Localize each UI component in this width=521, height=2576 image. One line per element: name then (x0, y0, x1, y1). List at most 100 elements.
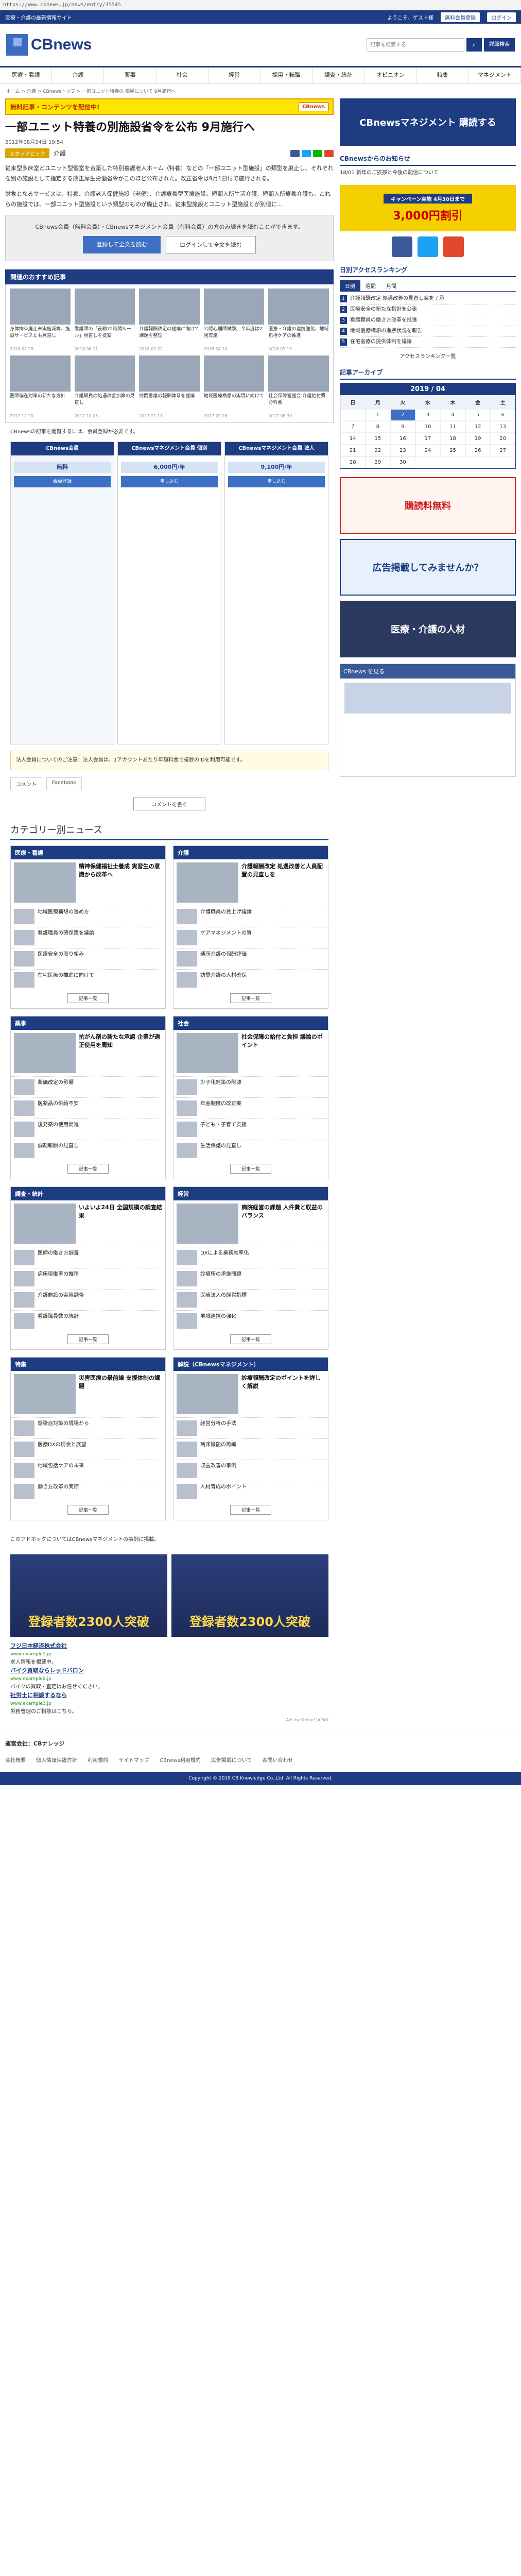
calendar-day[interactable]: 8 (365, 421, 391, 433)
facebook-icon[interactable] (392, 236, 412, 257)
more-button[interactable]: 記事一覧 (67, 1334, 109, 1344)
line-share-icon[interactable] (313, 149, 322, 157)
twitter-icon[interactable] (418, 236, 438, 257)
category-head[interactable]: 薬事 (11, 1016, 165, 1030)
category-top-title[interactable]: 介護報酬改定 処遇改善と人員配置の見直しを (241, 862, 325, 903)
list-item[interactable]: 医薬品の供給不安 (38, 1100, 79, 1116)
nav-item[interactable]: 介護 (52, 67, 105, 83)
category-top-title[interactable]: 精神保健福祉士養成 実習生の意識から改革へ (79, 862, 162, 903)
category-head[interactable]: 医療・看護 (11, 846, 165, 859)
ranking-more-link[interactable]: アクセスランキング一覧 (340, 352, 516, 360)
related-item[interactable]: 介護報酬改定の議論に向けて課題を整理 2018.02.22 (139, 289, 200, 351)
calendar-day[interactable]: 5 (465, 409, 491, 421)
more-button[interactable]: 記事一覧 (230, 1334, 271, 1344)
facebook-tab[interactable]: Facebook (46, 777, 82, 790)
list-item[interactable]: 調剤報酬の見直し (38, 1143, 79, 1158)
nav-item[interactable]: 特集 (417, 67, 469, 83)
list-item[interactable]: DXによる業務効率化 (200, 1250, 249, 1265)
calendar-day[interactable]: 1 (365, 409, 391, 421)
staff-pick-tag[interactable]: スタッフピック (5, 148, 49, 158)
nav-item[interactable]: 社会 (157, 67, 209, 83)
ad-banner[interactable]: 登録者数2300人突破 (10, 1554, 167, 1637)
related-item[interactable]: 社会保障審議会 介護給付費分科会 2017.08.30 (268, 355, 329, 418)
list-item[interactable]: 通所介護の報酬評価 (200, 951, 247, 967)
add-comment-button[interactable]: コメントを書く (133, 798, 205, 810)
calendar-day[interactable]: 6 (490, 409, 515, 421)
related-item[interactable]: 身体拘束廃止未実施減算、施設サービスとも見直し 2018.07.28 (10, 289, 71, 351)
ranking-item[interactable]: 5 在宅医療の提供体制を議論 (340, 337, 516, 348)
calendar-day[interactable]: 7 (340, 421, 366, 433)
list-item[interactable]: 介護職員の賃上げ議論 (200, 909, 252, 924)
search-input[interactable] (367, 38, 464, 52)
calendar-day[interactable]: 27 (490, 445, 515, 456)
list-item[interactable]: 看護職員数の統計 (38, 1313, 79, 1329)
more-button[interactable]: 記事一覧 (230, 1505, 271, 1515)
calendar-day[interactable]: 11 (440, 421, 465, 433)
related-item[interactable]: 訪問看護の報酬体系を議論 2017.11.11 (139, 355, 200, 418)
list-item[interactable]: 少子化対策の財源 (200, 1079, 241, 1095)
list-item[interactable]: 薬価改定の影響 (38, 1079, 74, 1095)
nav-item[interactable]: 採用・転職 (260, 67, 313, 83)
calendar-day[interactable]: 10 (415, 421, 441, 433)
list-item[interactable]: 年金制度の改正案 (200, 1100, 241, 1116)
category-head[interactable]: 経営 (173, 1187, 328, 1200)
list-item[interactable]: 訪問介護の人材確保 (200, 972, 247, 988)
plan-signup-button[interactable]: 申し込む (228, 476, 325, 487)
list-item[interactable]: 後発薬の使用促進 (38, 1122, 79, 1137)
site-logo[interactable]: CBnews (6, 34, 92, 56)
nav-item[interactable]: マネジメント (469, 67, 521, 83)
footer-link[interactable]: 広告掲載について (211, 1756, 252, 1764)
calendar-day[interactable]: 20 (490, 433, 515, 445)
calendar-day[interactable]: 14 (340, 433, 366, 445)
footer-link[interactable]: サイトマップ (118, 1756, 149, 1764)
list-item[interactable]: 在宅医療の推進に向けて (38, 972, 94, 988)
footer-link[interactable]: 利用規約 (88, 1756, 108, 1764)
category-head[interactable]: 介護 (173, 846, 328, 859)
notice-item[interactable]: 18/01 新年のご挨拶と今後の配信について (340, 169, 516, 177)
more-button[interactable]: 記事一覧 (67, 1164, 109, 1174)
related-item[interactable]: 公認心理師試験、今年度は2回実施 2018.04.10 (203, 289, 265, 351)
list-item[interactable]: 医師の働き方調査 (38, 1250, 79, 1265)
more-button[interactable]: 記事一覧 (230, 1164, 271, 1174)
rss-icon[interactable] (443, 236, 464, 257)
hatena-share-icon[interactable] (324, 149, 334, 157)
sidebar-ad[interactable]: 医療・介護の人材 (340, 601, 516, 657)
ranking-item[interactable]: 3 看護職員の働き方改革を推進 (340, 315, 516, 326)
calendar-day[interactable]: 3 (415, 409, 441, 421)
category-tag[interactable]: 介護 (54, 149, 66, 158)
register-read-button[interactable]: 登録して全文を読む (83, 236, 161, 253)
footer-link[interactable]: 会社概要 (5, 1756, 26, 1764)
calendar-day[interactable]: 28 (340, 456, 366, 468)
search-icon[interactable]: ⌕ (466, 38, 482, 52)
sidebar-ad[interactable]: 広告掲載してみませんか？ (340, 539, 516, 596)
advanced-search-button[interactable]: 詳細検索 (484, 38, 515, 52)
calendar-day[interactable]: 12 (465, 421, 491, 433)
calendar-day[interactable]: 2 (390, 409, 415, 421)
nav-item[interactable]: 薬事 (104, 67, 157, 83)
related-item[interactable]: 介護職員の処遇改善加算の見直し 2017.10.05 (74, 355, 135, 418)
ranking-tab-monthly[interactable]: 月間 (381, 280, 402, 291)
list-item[interactable]: 医療DXの現状と展望 (38, 1442, 86, 1457)
calendar-day[interactable]: 22 (365, 445, 391, 456)
twitter-share-icon[interactable] (302, 149, 311, 157)
ranking-tab-daily[interactable]: 日別 (340, 280, 360, 291)
nav-item[interactable]: オピニオン (364, 67, 417, 83)
category-head[interactable]: 調査・統計 (11, 1187, 165, 1200)
footer-link[interactable]: 個人情報保護方針 (36, 1756, 77, 1764)
category-top-title[interactable]: 災害医療の最前線 支援体制の課題 (79, 1374, 162, 1414)
ranking-item[interactable]: 2 医療安全の新たな指針を公表 (340, 304, 516, 315)
member-register-button[interactable]: 無料会員登録 (441, 12, 480, 22)
calendar-day[interactable]: 29 (365, 456, 391, 468)
category-top-title[interactable]: いよいよ24日 全国規模の調査結果 (79, 1204, 162, 1244)
text-ad-title[interactable]: 社労士に相談するなら (10, 1691, 328, 1700)
list-item[interactable]: 病床稼働率の推移 (38, 1271, 79, 1286)
list-item[interactable]: 地域医療構想の進め方 (38, 909, 89, 924)
facebook-widget-head[interactable]: CBnews を見る (340, 664, 515, 679)
ad-banner[interactable]: 登録者数2300人突破 (171, 1554, 328, 1637)
calendar-day[interactable]: 9 (390, 421, 415, 433)
ads-by-label[interactable]: Ads by Yahoo! JAPAN (10, 1716, 328, 1724)
ranking-item[interactable]: 4 地域医療構想の進捗状況を報告 (340, 326, 516, 337)
list-item[interactable]: 地域連携の強化 (200, 1313, 236, 1329)
list-item[interactable]: 感染症対策の現場から (38, 1420, 89, 1436)
list-item[interactable]: 看護職員の確保策を議論 (38, 930, 94, 945)
